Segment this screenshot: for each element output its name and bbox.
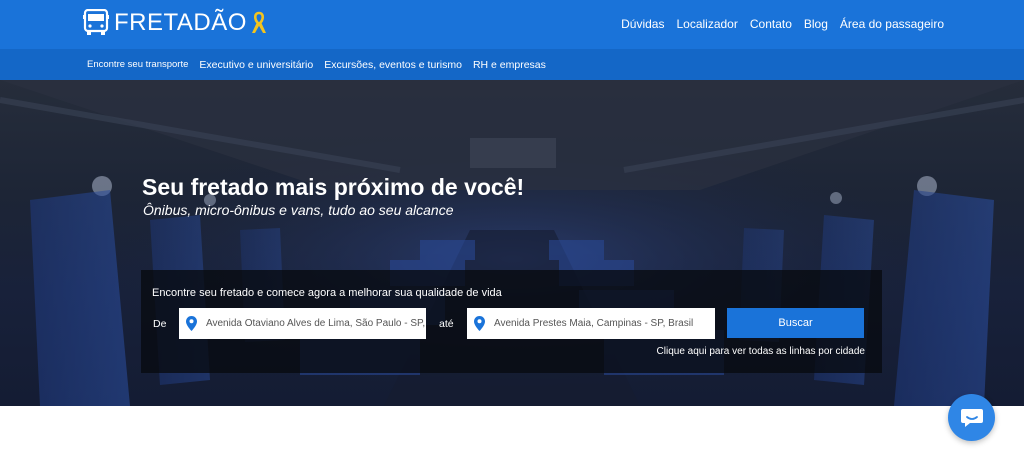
search-panel: Encontre seu fretado e comece agora a me…	[141, 270, 882, 373]
chat-button[interactable]	[948, 394, 995, 441]
search-button[interactable]: Buscar	[727, 308, 864, 338]
destination-input[interactable]	[494, 318, 715, 329]
map-pin-icon	[474, 316, 485, 331]
subnav-rh-empresas[interactable]: RH e empresas	[473, 59, 546, 71]
hero-section: Seu fretado mais próximo de você! Ônibus…	[0, 80, 1024, 406]
nav-localizador[interactable]: Localizador	[676, 16, 737, 32]
top-header: FRETADÃO Dúvidas Localizador Contato Blo…	[0, 0, 1024, 49]
bus-icon	[83, 9, 109, 35]
nav-duvidas[interactable]: Dúvidas	[621, 16, 664, 32]
hero-title: Seu fretado mais próximo de você!	[142, 174, 525, 200]
to-label: até	[439, 318, 454, 330]
subnav-encontre-transporte[interactable]: Encontre seu transporte	[87, 59, 188, 71]
sub-nav-bar: Encontre seu transporte Executivo e univ…	[0, 49, 1024, 80]
all-lines-link[interactable]: Clique aqui para ver todas as linhas por…	[657, 346, 865, 358]
nav-blog[interactable]: Blog	[804, 16, 828, 32]
chat-bubble-icon	[960, 408, 983, 427]
nav-area-do-passageiro[interactable]: Área do passageiro	[840, 16, 944, 32]
origin-field[interactable]	[179, 308, 426, 339]
map-pin-icon	[186, 316, 197, 331]
awareness-ribbon-icon	[251, 11, 266, 33]
logo-text: FRETADÃO	[114, 9, 247, 36]
top-nav: Dúvidas Localizador Contato Blog Área do…	[621, 16, 944, 32]
destination-field[interactable]	[467, 308, 715, 339]
nav-contato[interactable]: Contato	[750, 16, 792, 32]
origin-input[interactable]	[206, 318, 426, 329]
hero-subtitle: Ônibus, micro-ônibus e vans, tudo ao seu…	[143, 202, 454, 218]
subnav-executivo-universitario[interactable]: Executivo e universitário	[199, 59, 313, 71]
logo[interactable]: FRETADÃO	[83, 9, 267, 36]
search-caption: Encontre seu fretado e comece agora a me…	[152, 287, 502, 299]
from-label: De	[153, 318, 167, 330]
subnav-excursoes-eventos[interactable]: Excursões, eventos e turismo	[324, 59, 462, 71]
sub-nav: Encontre seu transporte Executivo e univ…	[87, 59, 546, 71]
